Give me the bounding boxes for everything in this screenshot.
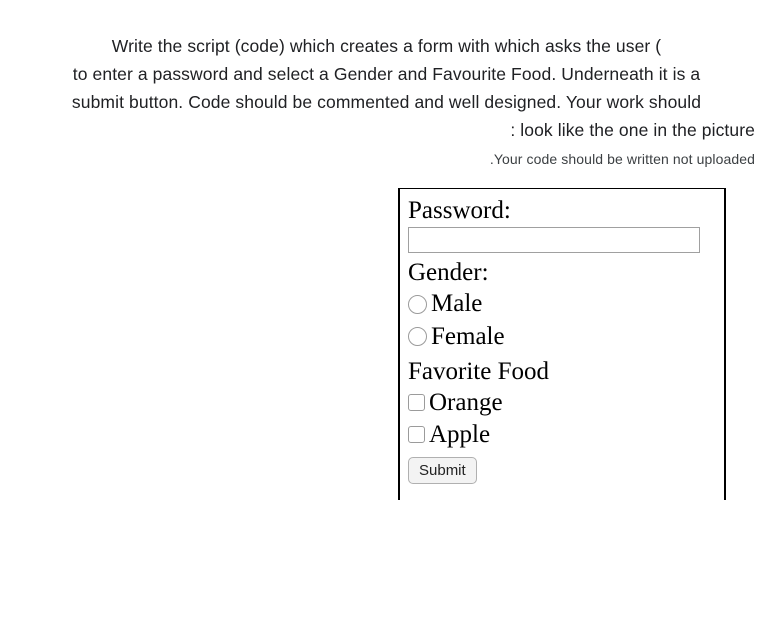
example-form: Password: Gender: Male Female Favorite F… xyxy=(398,188,726,500)
question-line-4: : look like the one in the picture xyxy=(18,116,755,144)
gender-label: Gender: xyxy=(408,259,716,287)
food-option-apple[interactable]: Apple xyxy=(408,419,716,450)
question-line-1: Write the script (code) which creates a … xyxy=(18,32,755,60)
checkbox-icon xyxy=(408,426,425,443)
password-label: Password: xyxy=(408,197,716,225)
gender-option-label: Male xyxy=(431,288,482,319)
checkbox-icon xyxy=(408,394,425,411)
password-input[interactable] xyxy=(408,227,700,253)
question-subnote: .Your code should be written not uploade… xyxy=(18,148,755,170)
radio-icon xyxy=(408,327,427,346)
food-option-orange[interactable]: Orange xyxy=(408,387,716,418)
food-label: Favorite Food xyxy=(408,358,716,386)
radio-icon xyxy=(408,295,427,314)
question-line-3: submit button. Code should be commented … xyxy=(18,88,755,116)
question-text: Write the script (code) which creates a … xyxy=(18,32,755,170)
gender-option-female[interactable]: Female xyxy=(408,321,716,352)
gender-option-label: Female xyxy=(431,321,505,352)
question-line-2: to enter a password and select a Gender … xyxy=(18,60,755,88)
food-option-label: Orange xyxy=(429,387,503,418)
submit-button[interactable]: Submit xyxy=(408,457,477,484)
gender-option-male[interactable]: Male xyxy=(408,288,716,319)
food-option-label: Apple xyxy=(429,419,490,450)
